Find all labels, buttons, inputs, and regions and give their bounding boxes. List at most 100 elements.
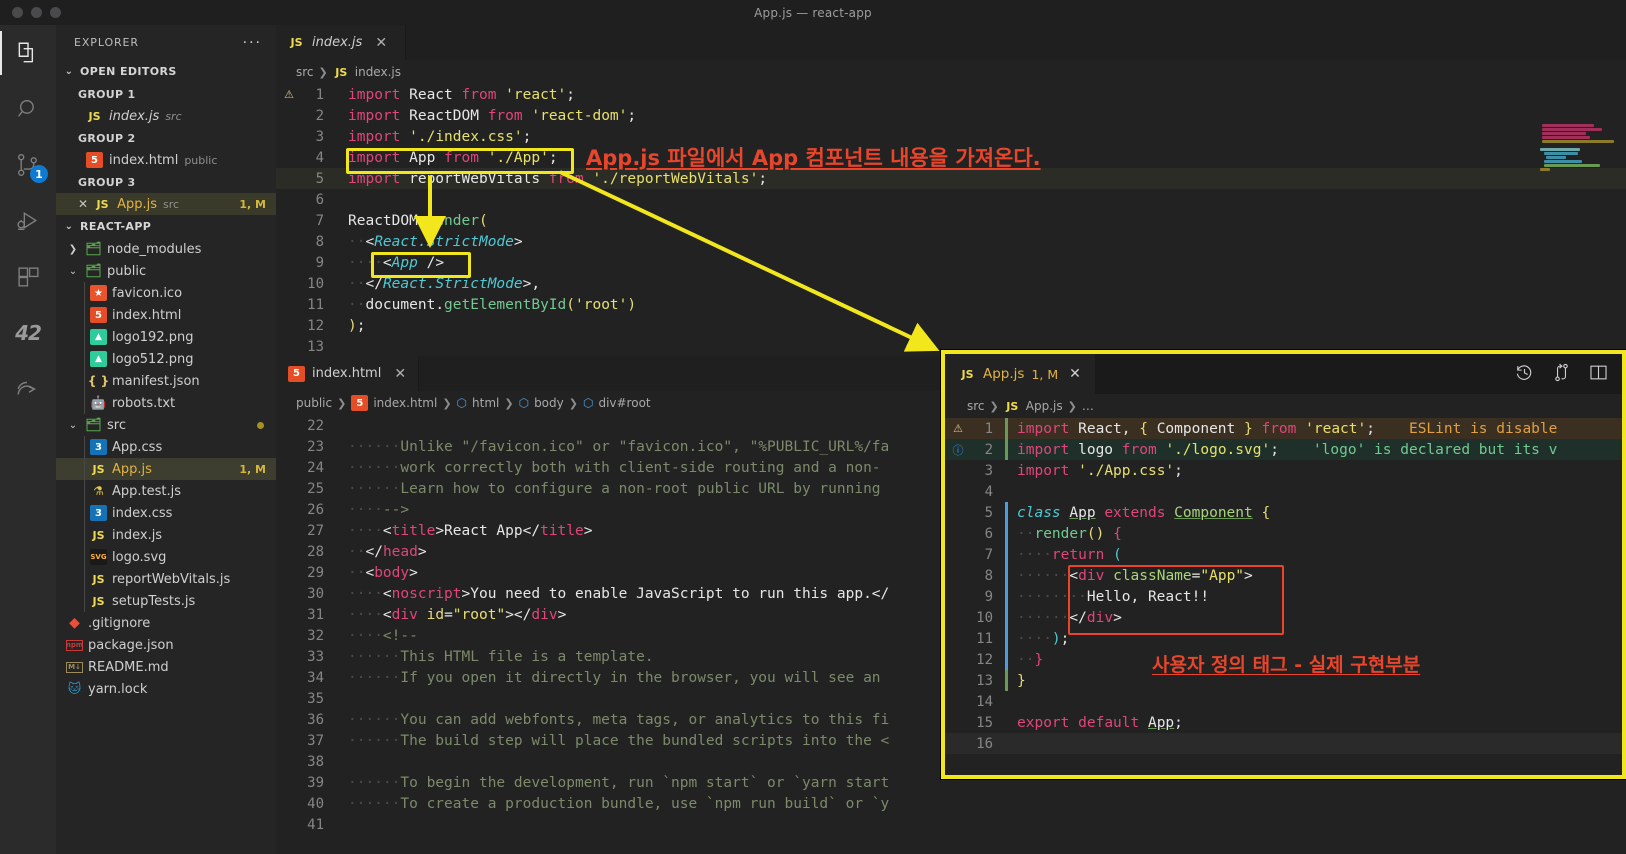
breadcrumb-item-file[interactable]: App.js xyxy=(1026,399,1063,413)
tree-file-yarn.lock[interactable]: 🐱 yarn.lock xyxy=(56,678,276,700)
source-control-compare-icon[interactable] xyxy=(1552,363,1571,386)
run-debug-icon[interactable] xyxy=(0,193,56,249)
tree-file-logo192.png[interactable]: ▲ logo192.png xyxy=(56,326,276,348)
folder-src-icon: 🗂 xyxy=(85,417,102,433)
tree-file-index.js[interactable]: JS index.js xyxy=(56,524,276,546)
code-line[interactable]: 11 ··document.getElementById('root') xyxy=(276,294,1626,315)
extensions-icon[interactable] xyxy=(0,249,56,305)
section-project-root[interactable]: ⌄ REACT-APP xyxy=(56,215,276,238)
tab-index-html[interactable]: 5 index.html ✕ xyxy=(276,356,420,391)
breadcrumb-item-src[interactable]: src xyxy=(296,65,314,79)
code-token: ······ xyxy=(348,669,401,686)
tree-file-index.html[interactable]: 5 index.html xyxy=(56,304,276,326)
breadcrumb-item-src[interactable]: src xyxy=(967,399,985,413)
code-index-js[interactable]: ⚠ 1 import React from 'react'; 2 import Reac… xyxy=(276,84,1626,356)
section-open-editors[interactable]: ⌄ OPEN EDITORS xyxy=(56,60,276,83)
tree-file-manifest.json[interactable]: { } manifest.json xyxy=(56,370,276,392)
tree-file-setupTests.js[interactable]: JS setupTests.js xyxy=(56,590,276,612)
tab-meta: 1, M xyxy=(1031,366,1059,382)
code-line[interactable]: 8 ··<React.StrictMode> xyxy=(276,231,1626,252)
code-line[interactable]: 7 ReactDOM.render( xyxy=(276,210,1626,231)
close-icon[interactable]: ✕ xyxy=(1069,366,1081,382)
breadcrumb-item-file[interactable]: index.js xyxy=(355,65,401,79)
remote-explorer-icon[interactable] xyxy=(0,361,56,417)
code-line[interactable]: 4 xyxy=(945,481,1622,502)
open-editor-descr: src xyxy=(162,197,180,211)
code-line[interactable]: 3 import './App.css'; xyxy=(945,460,1622,481)
code-token: class xyxy=(1017,504,1061,521)
code-line[interactable]: 6 xyxy=(276,189,1626,210)
code-token: { xyxy=(1139,420,1148,437)
tree-file-package.json[interactable]: npm package.json xyxy=(56,634,276,656)
code-line[interactable]: 12); xyxy=(276,315,1626,336)
code-line[interactable]: 5 class App extends Component { xyxy=(945,502,1622,523)
tab-index-js[interactable]: JS index.js ✕ xyxy=(276,25,406,60)
timeline-history-icon[interactable] xyxy=(1515,363,1534,386)
code-line[interactable]: 6 ··render() { xyxy=(945,523,1622,544)
bracket-guide xyxy=(1005,670,1008,691)
breadcrumb-item-divroot[interactable]: div#root xyxy=(598,396,650,410)
sidebar-more-actions-icon[interactable]: ··· xyxy=(243,35,262,51)
explorer-icon[interactable] xyxy=(0,25,56,81)
tree-file-.gitignore[interactable]: ◆ .gitignore xyxy=(56,612,276,634)
line-number: 2 xyxy=(984,441,993,458)
code-line[interactable]: ⚠ 1 import React, { Component } from 'reac… xyxy=(945,418,1622,439)
tree-folder-node_modules[interactable]: ❯ 🗂 node_modules xyxy=(56,238,276,260)
breadcrumb-item-file[interactable]: index.html xyxy=(373,396,437,410)
close-icon[interactable]: ✕ xyxy=(78,197,88,211)
code-line[interactable]: 2 import ReactDOM from 'react-dom'; xyxy=(276,105,1626,126)
code-line[interactable]: 10 ··</React.StrictMode>, xyxy=(276,273,1626,294)
code-line[interactable]: 16 xyxy=(945,733,1622,754)
code-line[interactable]: 9 ····<App /> xyxy=(276,252,1626,273)
code-token: ······ xyxy=(348,732,401,749)
open-editor-app-js[interactable]: ✕ JS App.js src 1, M xyxy=(56,193,276,215)
tree-file-robots.txt[interactable]: 🤖 robots.txt xyxy=(56,392,276,414)
code-line[interactable]: 7 ····return ( xyxy=(945,544,1622,565)
code-token: from xyxy=(1261,420,1297,437)
code-token: ·· xyxy=(1017,525,1035,542)
code-token: ReactDOM xyxy=(400,107,488,124)
code-line[interactable]: 15 export default App; xyxy=(945,712,1622,733)
tree-file-index.css[interactable]: 3 index.css xyxy=(56,502,276,524)
code-line[interactable]: ⚠ 1 import React from 'react'; xyxy=(276,84,1626,105)
code-token: import xyxy=(348,86,401,103)
tree-file-App.js[interactable]: JS App.js 1, M xyxy=(56,458,276,480)
breadcrumb-item-body[interactable]: body xyxy=(534,396,564,410)
split-editor-icon[interactable] xyxy=(1589,363,1608,386)
fortytwo-icon[interactable]: 42 xyxy=(0,305,56,361)
bracket-guide xyxy=(1005,586,1008,607)
tree-file-favicon.ico[interactable]: ★ favicon.ico xyxy=(56,282,276,304)
tree-file-logo.svg[interactable]: SVG logo.svg xyxy=(56,546,276,568)
bracket-guide xyxy=(1005,523,1008,544)
tree-item-label: README.md xyxy=(88,659,169,675)
open-editor-index-js[interactable]: JS index.js src xyxy=(56,105,276,127)
star-icon: ★ xyxy=(90,285,107,301)
tab-app-js[interactable]: JS App.js 1, M ✕ xyxy=(945,354,1095,394)
code-line[interactable]: 14 xyxy=(945,691,1622,712)
code-token: import xyxy=(1017,441,1070,458)
search-icon[interactable] xyxy=(0,81,56,137)
tree-file-README.md[interactable]: M↓ README.md xyxy=(56,656,276,678)
tree-file-reportWebVitals.js[interactable]: JS reportWebVitals.js xyxy=(56,568,276,590)
open-editor-index-html[interactable]: 5 index.html public xyxy=(56,149,276,171)
tree-file-App.test.js[interactable]: ⚗ App.test.js xyxy=(56,480,276,502)
breadcrumb-floating: src ❯ JS App.js ❯ … xyxy=(945,394,1622,418)
breadcrumb-item-ellipsis[interactable]: … xyxy=(1082,399,1094,413)
code-line[interactable]: 40 ······To create a production bundle, u… xyxy=(276,793,1626,814)
code-line[interactable]: 41 xyxy=(276,814,1626,835)
breadcrumb-item-public[interactable]: public xyxy=(296,396,332,410)
indent-guide xyxy=(84,392,85,414)
code-line[interactable]: ⓘ 2 import logo from './logo.svg'; 'logo' i… xyxy=(945,439,1622,460)
tree-file-logo512.png[interactable]: ▲ logo512.png xyxy=(56,348,276,370)
source-control-icon[interactable]: 1 xyxy=(0,137,56,193)
close-icon[interactable]: ✕ xyxy=(394,366,406,382)
tree-folder-src[interactable]: ⌄ 🗂 src xyxy=(56,414,276,436)
tree-folder-public[interactable]: ⌄ 🗂 public xyxy=(56,260,276,282)
breadcrumb-item-html[interactable]: html xyxy=(472,396,499,410)
tree-file-App.css[interactable]: 3 App.css xyxy=(56,436,276,458)
code-token: React xyxy=(400,86,462,103)
minimap-top[interactable] xyxy=(1516,84,1626,356)
svg-icon: SVG xyxy=(90,549,107,565)
close-icon[interactable]: ✕ xyxy=(375,35,387,51)
code-token: ·· xyxy=(1017,651,1035,668)
